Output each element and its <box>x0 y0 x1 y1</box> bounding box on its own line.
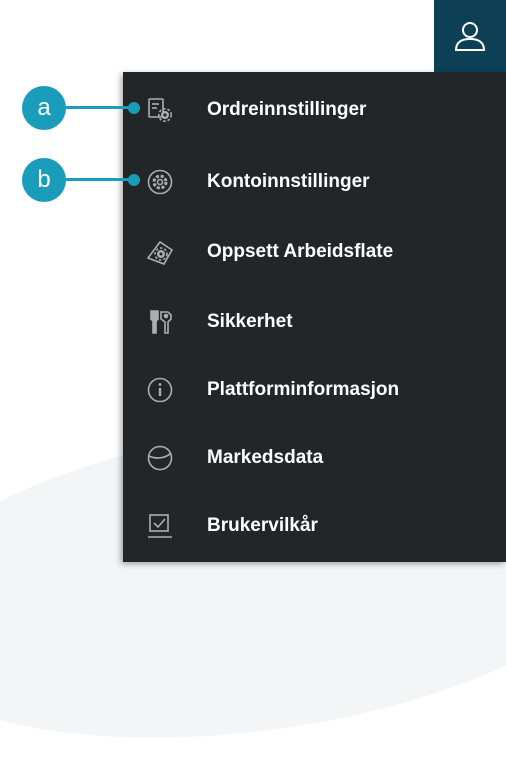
callout-a-line <box>64 106 134 109</box>
callout-b-badge: b <box>22 158 66 202</box>
callout-a-badge: a <box>22 86 66 130</box>
workspace-setup-icon <box>145 237 175 267</box>
menu-item-brukervilkar[interactable]: Brukervilkår <box>123 496 506 556</box>
order-settings-icon <box>145 95 175 125</box>
menu-item-label: Markedsdata <box>207 447 324 468</box>
menu-item-label: Kontoinnstillinger <box>207 171 370 192</box>
callout-b-line <box>64 178 134 181</box>
user-menu-button[interactable] <box>434 0 506 72</box>
menu-item-plattforminformasjon[interactable]: Plattforminformasjon <box>123 360 506 420</box>
menu-item-ordreinnstillinger[interactable]: Ordreinnstillinger <box>123 80 506 140</box>
menu-item-label: Oppsett Arbeidsflate <box>207 241 394 262</box>
gear-icon <box>145 167 175 197</box>
menu-item-label: Plattforminformasjon <box>207 379 400 400</box>
callout-b-dot <box>128 174 140 186</box>
menu-item-label: Brukervilkår <box>207 515 318 536</box>
menu-item-label: Ordreinnstillinger <box>207 99 367 120</box>
menu-item-oppsett-arbeidsflate[interactable]: Oppsett Arbeidsflate <box>123 222 506 282</box>
callout-a-dot <box>128 102 140 114</box>
terms-checkbox-icon <box>145 511 175 541</box>
menu-item-sikkerhet[interactable]: Sikkerhet <box>123 292 506 352</box>
user-icon <box>454 22 486 51</box>
settings-dropdown-menu: Ordreinnstillinger Kontoinnstillinger Op… <box>123 72 506 562</box>
menu-item-kontoinnstillinger[interactable]: Kontoinnstillinger <box>123 152 506 212</box>
keys-icon <box>145 307 175 337</box>
info-icon <box>145 375 175 405</box>
globe-icon <box>145 443 175 473</box>
menu-item-label: Sikkerhet <box>207 311 293 332</box>
menu-item-markedsdata[interactable]: Markedsdata <box>123 428 506 488</box>
